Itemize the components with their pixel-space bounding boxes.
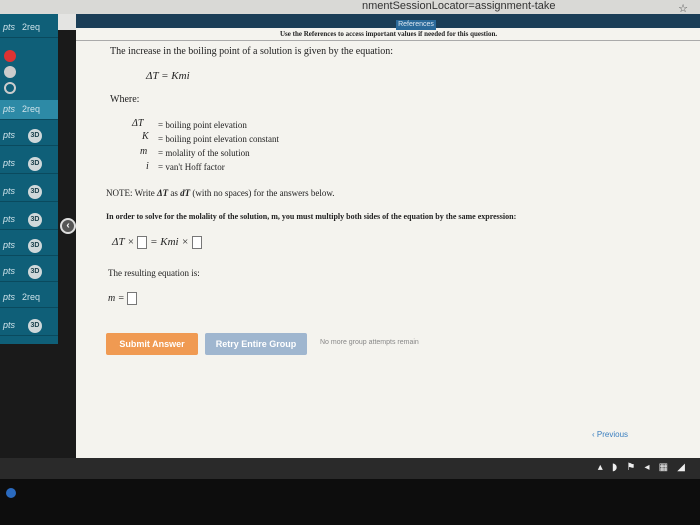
eq-mid: = Kmi × [150, 236, 189, 249]
references-bar [76, 14, 700, 28]
m-eq: m = [108, 292, 125, 304]
divider [76, 40, 700, 41]
sidebar-item[interactable]: pts 3D [0, 154, 58, 174]
def-text: = boiling point elevation [158, 120, 247, 130]
def-symbol: m [140, 146, 148, 157]
pts-label: pts [3, 292, 16, 302]
main-equation: ΔT = Kmi [146, 70, 190, 82]
sidebar-item[interactable]: pts 3D [0, 210, 58, 230]
req-label: 2req [22, 22, 41, 32]
note-prefix: NOTE: Write [106, 188, 157, 198]
sidebar-item[interactable]: pts 3D [0, 316, 58, 336]
references-note: Use the References to access important v… [280, 30, 498, 38]
def-symbol: K [142, 131, 149, 142]
sidebar-item[interactable]: pts 2req [0, 18, 58, 38]
pts-label: pts [3, 266, 16, 276]
attempts-badge: 3D [28, 239, 42, 253]
sidebar-item[interactable]: pts 3D [0, 262, 58, 282]
incorrect-icon [4, 50, 16, 62]
def-text: = boiling point elevation constant [158, 134, 280, 144]
pts-label: pts [3, 240, 16, 250]
previous-button[interactable]: ‹ Previous [592, 430, 632, 442]
attempts-badge: 3D [28, 129, 42, 143]
pts-label: pts [3, 320, 16, 330]
status-icon [4, 82, 16, 94]
where-label: Where: [110, 94, 140, 105]
note-symbol: ΔT [156, 188, 169, 198]
references-button[interactable]: References [396, 20, 436, 30]
pts-label: pts [3, 186, 16, 196]
eq-left: ΔT × [112, 236, 135, 249]
sidebar-item[interactable]: pts 3D [0, 236, 58, 256]
previous-label: Previous [596, 430, 629, 439]
molality-equation: m = [108, 292, 137, 305]
def-text: = molality of the solution [158, 148, 250, 158]
note-mid: as [168, 188, 181, 198]
intro-text: The increase in the boiling point of a s… [110, 46, 393, 57]
def-symbol: ΔT [132, 118, 144, 129]
os-taskbar: ▴ ◗ ⚑ ◂ ▦ ◢ [0, 458, 700, 479]
answer-input-right[interactable] [191, 236, 202, 249]
sidebar-item[interactable]: pts 2req [0, 288, 58, 308]
multiply-equation: ΔT × = Kmi × [112, 236, 202, 249]
sidebar-item[interactable]: pts 2req [0, 100, 58, 120]
attempts-badge: 3D [28, 265, 42, 279]
status-icon [4, 66, 16, 78]
pts-label: pts [3, 158, 16, 168]
sidebar-item[interactable]: pts 3D [0, 126, 58, 146]
app-icon[interactable] [6, 488, 16, 498]
answer-input-left[interactable] [137, 236, 148, 249]
note-text: NOTE: Write ΔT as dT (with no spaces) fo… [106, 188, 334, 198]
system-tray-icons[interactable]: ▴ ◗ ⚑ ◂ ▦ ◢ [598, 462, 688, 473]
attempts-badge: 3D [28, 185, 42, 199]
question-sidebar: pts 2req pts 2req pts 3D pts 3D pts 3D p… [0, 14, 58, 344]
url-text[interactable]: nmentSessionLocator=assignment-take [362, 0, 556, 12]
def-symbol: i [146, 161, 149, 172]
answer-input-m[interactable] [126, 292, 137, 305]
note-suffix: (with no spaces) for the answers below. [190, 188, 335, 198]
no-attempts-text: No more group attempts remain [320, 339, 419, 346]
sidebar-item[interactable]: pts 3D [0, 182, 58, 202]
chevron-left-icon: ‹ [592, 430, 595, 439]
attempts-badge: 3D [28, 213, 42, 227]
instruction-text: In order to solve for the molality of th… [106, 212, 517, 221]
attempts-badge: 3D [28, 157, 42, 171]
collapse-sidebar-button[interactable]: ‹ [60, 218, 76, 234]
pts-label: pts [3, 104, 16, 114]
attempts-badge: 3D [28, 319, 42, 333]
req-label: 2req [22, 104, 41, 114]
result-label: The resulting equation is: [108, 268, 200, 278]
retry-group-button[interactable]: Retry Entire Group [205, 333, 307, 355]
pts-label: pts [3, 22, 16, 32]
note-symbol: dT [180, 188, 191, 198]
def-text: = van't Hoff factor [158, 162, 225, 172]
bottom-bezel [0, 479, 700, 525]
submit-answer-button[interactable]: Submit Answer [106, 333, 198, 355]
pts-label: pts [3, 214, 16, 224]
browser-url-bar[interactable]: nmentSessionLocator=assignment-take ☆ [0, 0, 700, 15]
pts-label: pts [3, 130, 16, 140]
req-label: 2req [22, 292, 41, 302]
